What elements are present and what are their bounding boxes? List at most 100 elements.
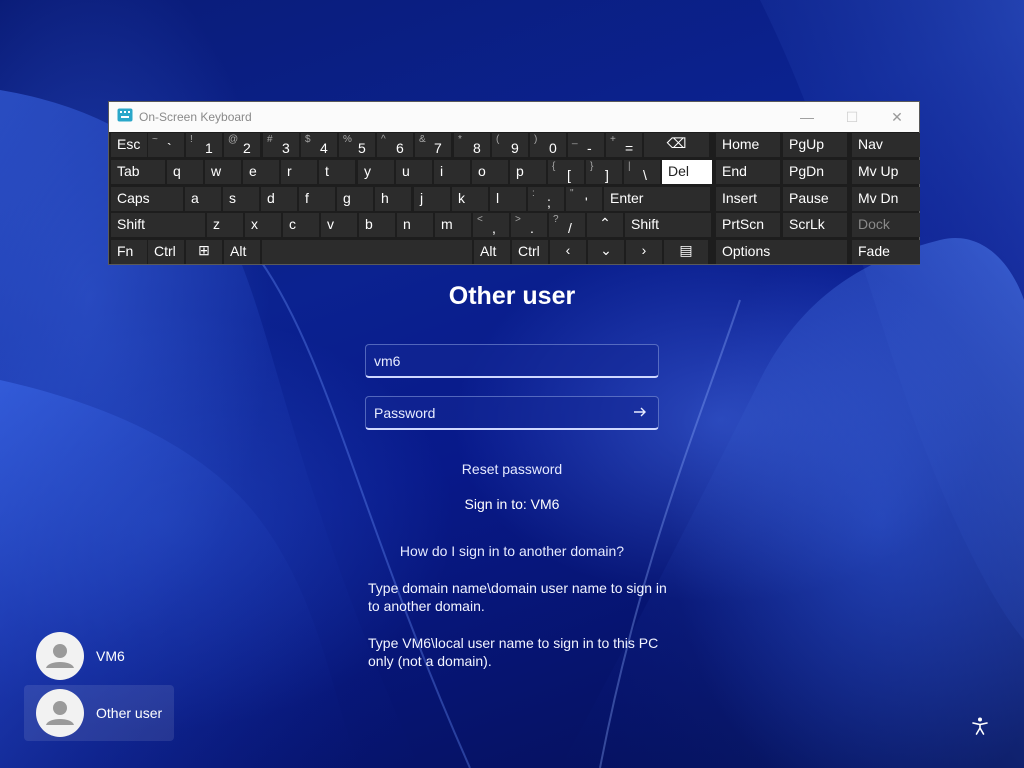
key-menu-key[interactable]: ▤ xyxy=(664,240,708,264)
key-q[interactable]: q xyxy=(167,160,203,184)
key-j[interactable]: j xyxy=(414,187,450,211)
key-][interactable]: }] xyxy=(586,160,622,184)
key-6[interactable]: ^ 6 xyxy=(377,133,413,157)
key-3[interactable]: #3 xyxy=(263,133,299,157)
password-field[interactable]: Password xyxy=(365,396,659,430)
key-insert[interactable]: Insert xyxy=(716,187,780,211)
key-alt[interactable]: Alt xyxy=(474,240,510,264)
key-pause[interactable]: Pause xyxy=(783,187,847,211)
minimize-button[interactable]: — xyxy=(797,107,817,127)
reset-password-link[interactable]: Reset password xyxy=(0,461,1024,477)
key-esc[interactable]: Esc xyxy=(111,133,147,157)
maximize-button[interactable]: ☐ xyxy=(842,107,862,127)
key-1[interactable]: ! 1 xyxy=(186,133,222,157)
key-z[interactable]: z xyxy=(207,213,243,237)
key-c[interactable]: c xyxy=(283,213,319,237)
key-\[interactable]: | \ xyxy=(624,160,660,184)
key-r[interactable]: r xyxy=(281,160,317,184)
key-[[interactable]: {[ xyxy=(548,160,584,184)
key-'[interactable]: " ' xyxy=(566,187,602,211)
key-l[interactable]: l xyxy=(490,187,526,211)
key-prtscn[interactable]: PrtScn xyxy=(716,213,780,237)
key-fade[interactable]: Fade xyxy=(852,240,920,264)
key-a[interactable]: a xyxy=(185,187,221,211)
key-mv-dn[interactable]: Mv Dn xyxy=(852,187,920,211)
key-b[interactable]: b xyxy=(359,213,395,237)
key-;[interactable]: :; xyxy=(528,187,564,211)
key-pgdn[interactable]: PgDn xyxy=(783,160,847,184)
key-del[interactable]: Del xyxy=(662,160,712,184)
key-pgup[interactable]: PgUp xyxy=(783,133,847,157)
key-y[interactable]: y xyxy=(358,160,394,184)
key-space[interactable] xyxy=(262,240,472,264)
key-2[interactable]: @2 xyxy=(224,133,260,157)
key-shift-legend: ! xyxy=(190,134,193,145)
accessibility-icon[interactable] xyxy=(970,716,990,736)
on-screen-keyboard-window[interactable]: On-Screen Keyboard — ☐ ✕ Esc ~ `! 1 @2 #3 $4% 5… xyxy=(108,101,920,265)
key-shift[interactable]: Shift xyxy=(625,213,711,237)
submit-arrow-icon[interactable] xyxy=(632,404,648,420)
keyboard-app-icon xyxy=(117,108,133,122)
key-e[interactable]: e xyxy=(243,160,279,184)
key-u[interactable]: u xyxy=(396,160,432,184)
key-legend: Dock xyxy=(858,216,890,232)
key-fn[interactable]: Fn xyxy=(111,240,147,264)
key-d[interactable]: d xyxy=(261,187,297,211)
key-arrow-down[interactable]: ⌄ xyxy=(588,240,624,264)
key-mv-up[interactable]: Mv Up xyxy=(852,160,920,184)
key-legend: . xyxy=(530,220,534,236)
key-,[interactable]: <, xyxy=(473,213,509,237)
key-/[interactable]: ? / xyxy=(549,213,585,237)
key-w[interactable]: w xyxy=(205,160,241,184)
key-=[interactable]: + = xyxy=(606,133,642,157)
key-o[interactable]: o xyxy=(472,160,508,184)
key-shift-legend: > xyxy=(515,214,521,225)
key-home[interactable]: Home xyxy=(716,133,780,157)
close-button[interactable]: ✕ xyxy=(887,107,907,127)
key-backspace[interactable]: ⌫ xyxy=(644,133,709,157)
key-alt[interactable]: Alt xyxy=(224,240,260,264)
key-enter[interactable]: Enter xyxy=(604,187,710,211)
key-h[interactable]: h xyxy=(375,187,411,211)
key-windows[interactable]: ⊞ xyxy=(186,240,222,264)
key-7[interactable]: & 7 xyxy=(415,133,451,157)
key-dock[interactable]: Dock xyxy=(852,213,920,237)
key-nav[interactable]: Nav xyxy=(852,133,920,157)
key-p[interactable]: p xyxy=(510,160,546,184)
key-arrow-left[interactable]: ‹ xyxy=(550,240,586,264)
key-scrlk[interactable]: ScrLk xyxy=(783,213,847,237)
key-shift[interactable]: Shift xyxy=(111,213,205,237)
key-legend: Fn xyxy=(117,243,134,259)
key-arrow-right[interactable]: › xyxy=(626,240,662,264)
key-4[interactable]: $4 xyxy=(301,133,337,157)
key-end[interactable]: End xyxy=(716,160,780,184)
key--[interactable]: _ - xyxy=(568,133,604,157)
key-x[interactable]: x xyxy=(245,213,281,237)
key-ctrl[interactable]: Ctrl xyxy=(148,240,184,264)
key-m[interactable]: m xyxy=(435,213,471,237)
key-arrow-up[interactable]: ⌃ xyxy=(587,213,623,237)
key-0[interactable]: ) 0 xyxy=(530,133,566,157)
key-v[interactable]: v xyxy=(321,213,357,237)
key-9[interactable]: (9 xyxy=(492,133,528,157)
key-t[interactable]: t xyxy=(319,160,355,184)
key-ctrl[interactable]: Ctrl xyxy=(512,240,548,264)
user-tile-other-user[interactable]: Other user xyxy=(24,685,174,741)
key-n[interactable]: n xyxy=(397,213,433,237)
osk-titlebar[interactable]: On-Screen Keyboard — ☐ ✕ xyxy=(109,102,919,132)
key-caps[interactable]: Caps xyxy=(111,187,183,211)
key-.[interactable]: >. xyxy=(511,213,547,237)
other-domain-link[interactable]: How do I sign in to another domain? xyxy=(0,543,1024,559)
key-s[interactable]: s xyxy=(223,187,259,211)
key-k[interactable]: k xyxy=(452,187,488,211)
key-f[interactable]: f xyxy=(299,187,335,211)
key-5[interactable]: % 5 xyxy=(339,133,375,157)
key-`[interactable]: ~ ` xyxy=(148,133,184,157)
user-tile-vm6[interactable]: VM6 xyxy=(24,628,174,684)
key-8[interactable]: * 8 xyxy=(454,133,490,157)
key-g[interactable]: g xyxy=(337,187,373,211)
key-options[interactable]: Options xyxy=(716,240,847,264)
key-i[interactable]: i xyxy=(434,160,470,184)
key-tab[interactable]: Tab xyxy=(111,160,165,184)
username-field[interactable]: vm6 xyxy=(365,344,659,378)
